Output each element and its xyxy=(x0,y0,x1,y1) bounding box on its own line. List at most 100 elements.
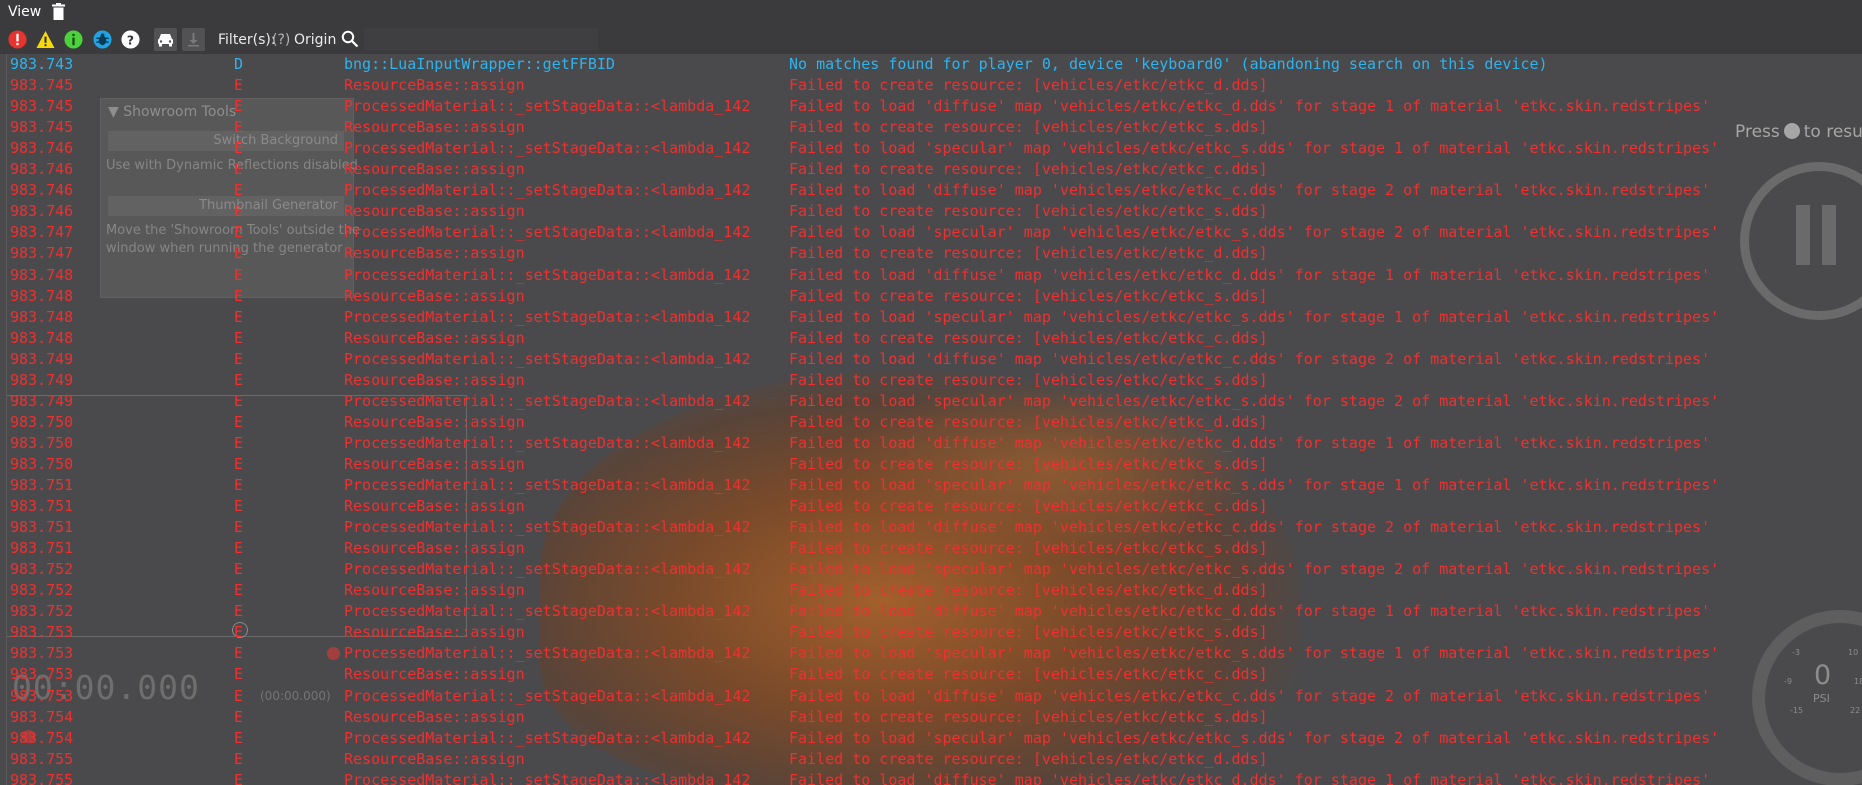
log-message: Failed to create resource: [vehicles/etk… xyxy=(789,244,1268,263)
log-timestamp: 983.749 xyxy=(10,370,74,389)
console-menubar: View xyxy=(0,0,1862,25)
log-row[interactable]: 983.752 E ProcessedMaterial::_setStageData… xyxy=(0,559,1862,580)
log-origin: ProcessedMaterial::_setStageData::<lambd… xyxy=(344,686,751,705)
log-row[interactable]: 983.753 E ResourceBase::assign Failed to cr… xyxy=(0,664,1862,685)
log-row[interactable]: 983.750 E ResourceBase::assign Failed to cr… xyxy=(0,454,1862,475)
log-message: Failed to load 'specular' map 'vehicles/… xyxy=(789,560,1720,579)
log-row[interactable]: 983.754 E ProcessedMaterial::_setStageData… xyxy=(0,728,1862,749)
log-row[interactable]: 983.746 E ResourceBase::assign Failed to cr… xyxy=(0,159,1862,180)
log-row[interactable]: 983.746 E ResourceBase::assign Failed to cr… xyxy=(0,201,1862,222)
log-origin: ResourceBase::assign xyxy=(344,707,525,726)
log-timestamp: 983.753 xyxy=(10,644,74,663)
origin-filter-input[interactable] xyxy=(364,28,598,50)
log-level: E xyxy=(234,581,244,600)
log-message: Failed to create resource: [vehicles/etk… xyxy=(789,749,1268,768)
log-row[interactable]: 983.745 E ResourceBase::assign Failed to cr… xyxy=(0,75,1862,96)
log-message: Failed to create resource: [vehicles/etk… xyxy=(789,370,1268,389)
log-row[interactable]: 983.743 Dbng::LuaInputWrapper::getFFBID No… xyxy=(0,54,1862,75)
filters-label: Filter(s): xyxy=(218,32,276,48)
debug-filter-icon[interactable] xyxy=(93,30,112,49)
log-timestamp: 983.754 xyxy=(10,728,74,747)
log-level: E xyxy=(234,770,244,785)
download-icon xyxy=(188,33,199,47)
log-timestamp: 983.748 xyxy=(10,307,74,326)
log-row[interactable]: 983.749 E ProcessedMaterial::_setStageData… xyxy=(0,391,1862,412)
svg-text:?: ? xyxy=(127,33,134,47)
log-message: Failed to load 'diffuse' map 'vehicles/e… xyxy=(789,770,1711,785)
console-toolbar: ? Filter(s): (?) Origin xyxy=(0,25,1862,54)
log-origin: ProcessedMaterial::_setStageData::<lambd… xyxy=(344,560,751,579)
log-origin: ResourceBase::assign xyxy=(344,118,525,137)
log-row[interactable]: 983.750 E ProcessedMaterial::_setStageData… xyxy=(0,433,1862,454)
filter-help-marker[interactable]: (?) xyxy=(272,32,290,48)
log-timestamp: 983.747 xyxy=(10,223,74,242)
log-row[interactable]: 983.751 E ResourceBase::assign Failed to cr… xyxy=(0,496,1862,517)
log-timestamp: 983.746 xyxy=(10,202,74,221)
log-row[interactable]: 983.751 E ResourceBase::assign Failed to cr… xyxy=(0,538,1862,559)
log-message: Failed to load 'specular' map 'vehicles/… xyxy=(789,307,1720,326)
log-level: E xyxy=(234,602,244,621)
log-level: E xyxy=(234,728,244,747)
log-row[interactable]: 983.752 E ProcessedMaterial::_setStageData… xyxy=(0,601,1862,622)
log-row[interactable]: 983.753 E ResourceBase::assign Failed to cr… xyxy=(0,622,1862,643)
log-timestamp: 983.753 xyxy=(10,665,74,684)
log-row[interactable]: 983.753 E ProcessedMaterial::_setStageData… xyxy=(0,643,1862,664)
log-row[interactable]: 983.745 E ResourceBase::assign Failed to cr… xyxy=(0,117,1862,138)
vehicle-icon xyxy=(158,34,173,47)
help-filter-icon[interactable]: ? xyxy=(121,30,140,49)
log-row[interactable]: 983.748 E ResourceBase::assign Failed to cr… xyxy=(0,286,1862,307)
log-row[interactable]: 983.752 E ResourceBase::assign Failed to cr… xyxy=(0,580,1862,601)
log-origin: ResourceBase::assign xyxy=(344,160,525,179)
log-timestamp: 983.752 xyxy=(10,560,74,579)
log-message: Failed to create resource: [vehicles/etk… xyxy=(789,539,1268,558)
log-row[interactable]: 983.748 E ResourceBase::assign Failed to cr… xyxy=(0,328,1862,349)
log-row[interactable]: 983.749 E ProcessedMaterial::_setStageData… xyxy=(0,349,1862,370)
log-origin: ResourceBase::assign xyxy=(344,412,525,431)
log-row[interactable]: 983.755 E ResourceBase::assign Failed to cr… xyxy=(0,749,1862,770)
log-timestamp: 983.743 xyxy=(10,55,74,73)
log-row[interactable]: 983.751 E ProcessedMaterial::_setStageData… xyxy=(0,475,1862,496)
log-level: E xyxy=(234,644,244,663)
log-row[interactable]: 983.749 E ResourceBase::assign Failed to cr… xyxy=(0,370,1862,391)
log-row[interactable]: 983.755 E ProcessedMaterial::_setStageData… xyxy=(0,770,1862,785)
log-timestamp: 983.753 xyxy=(10,623,74,642)
log-row[interactable]: 983.748 E ProcessedMaterial::_setStageData… xyxy=(0,265,1862,286)
log-timestamp: 983.749 xyxy=(10,349,74,368)
log-origin: ProcessedMaterial::_setStageData::<lambd… xyxy=(344,476,751,494)
log-row[interactable]: 983.754 E ResourceBase::assign Failed to cr… xyxy=(0,707,1862,728)
log-row[interactable]: 983.746 E ProcessedMaterial::_setStageData… xyxy=(0,138,1862,159)
log-level: E xyxy=(234,518,244,537)
log-level: E xyxy=(234,497,244,516)
log-message: Failed to load 'specular' map 'vehicles/… xyxy=(789,139,1720,158)
log-row[interactable]: 983.745 E ProcessedMaterial::_setStageData… xyxy=(0,96,1862,117)
error-filter-icon[interactable] xyxy=(8,30,27,49)
log-row[interactable]: 983.753 E ProcessedMaterial::_setStageData… xyxy=(0,686,1862,707)
log-level: E xyxy=(234,391,244,410)
log-timestamp: 983.745 xyxy=(10,76,74,95)
log-level: E xyxy=(234,454,244,473)
log-level: E xyxy=(234,286,244,305)
download-button[interactable] xyxy=(182,28,205,51)
info-filter-icon[interactable] xyxy=(64,30,83,49)
log-message: Failed to create resource: [vehicles/etk… xyxy=(789,202,1268,221)
log-message: Failed to load 'specular' map 'vehicles/… xyxy=(789,728,1720,747)
log-timestamp: 983.753 xyxy=(10,686,74,705)
menu-view[interactable]: View xyxy=(8,4,41,20)
log-row[interactable]: 983.746 E ProcessedMaterial::_setStageData… xyxy=(0,180,1862,201)
log-row[interactable]: 983.747 E ProcessedMaterial::_setStageData… xyxy=(0,222,1862,243)
log-level: E xyxy=(234,433,244,452)
warning-filter-icon[interactable] xyxy=(36,30,55,49)
log-message: Failed to create resource: [vehicles/etk… xyxy=(789,76,1268,95)
clear-log-icon[interactable] xyxy=(52,3,65,20)
log-row[interactable]: 983.747 E ResourceBase::assign Failed to cr… xyxy=(0,243,1862,264)
log-message: Failed to create resource: [vehicles/etk… xyxy=(789,497,1268,516)
log-row[interactable]: 983.750 E ResourceBase::assign Failed to cr… xyxy=(0,412,1862,433)
log-row[interactable]: 983.748 E ProcessedMaterial::_setStageData… xyxy=(0,307,1862,328)
log-level: E xyxy=(234,707,244,726)
log-row[interactable]: 983.751 E ProcessedMaterial::_setStageData… xyxy=(0,517,1862,538)
console-log[interactable]: 983.743 Dbng::LuaInputWrapper::getFFBID No… xyxy=(0,54,1862,785)
vehicle-filter-button[interactable] xyxy=(154,28,177,51)
log-origin: ResourceBase::assign xyxy=(344,665,525,684)
log-level: E xyxy=(234,118,244,137)
log-level: E xyxy=(234,202,244,221)
